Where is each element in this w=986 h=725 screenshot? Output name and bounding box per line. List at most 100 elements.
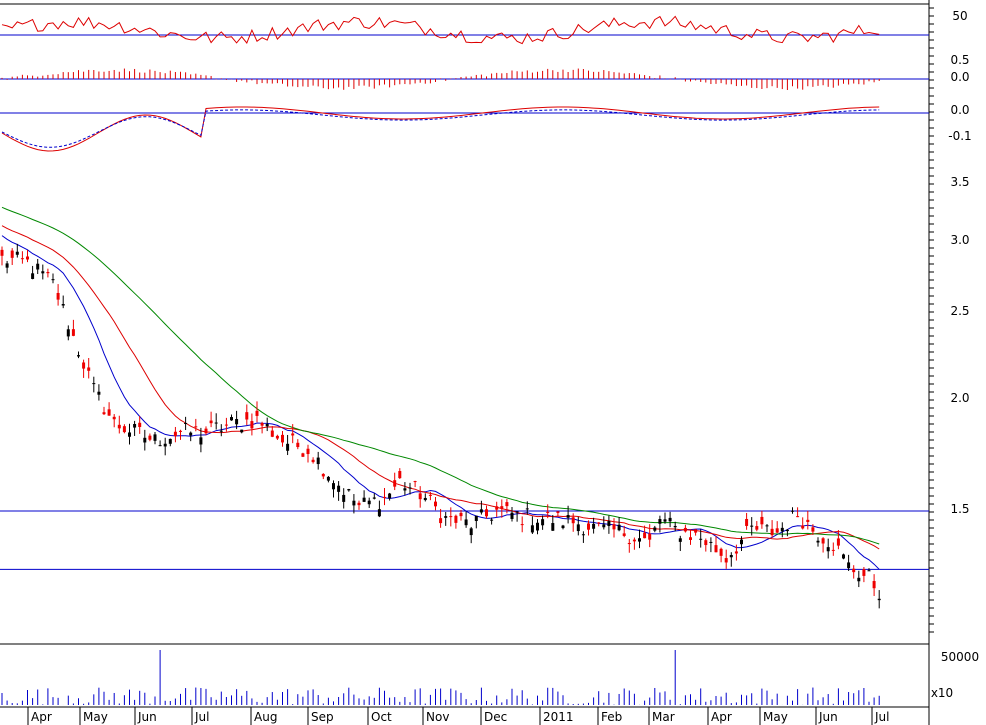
- candle-body: [56, 292, 60, 300]
- candle-body: [617, 524, 621, 531]
- candle-body: [281, 434, 284, 443]
- candle-body: [729, 555, 733, 558]
- y-tick-label: 0.0: [950, 103, 969, 117]
- candle-body: [444, 516, 448, 518]
- candle-body: [704, 540, 708, 546]
- candle-body: [377, 509, 381, 517]
- candle-body: [5, 263, 9, 268]
- candle-body: [20, 258, 24, 260]
- x-tick-label: 2011: [543, 710, 574, 724]
- candle-body: [632, 539, 636, 542]
- candle-body: [836, 538, 840, 546]
- candle-body: [796, 516, 800, 518]
- candle-body: [515, 511, 519, 513]
- ma-mid-line: [1, 225, 880, 550]
- candle-body: [750, 525, 754, 527]
- x-tick-label: Jun: [137, 710, 157, 724]
- candle-body: [301, 453, 305, 457]
- candle-body: [10, 250, 14, 258]
- x-tick-label: Dec: [484, 710, 507, 724]
- candle-body: [296, 442, 300, 448]
- candle-body: [31, 273, 35, 279]
- candle-body: [219, 430, 223, 432]
- candle-body: [806, 519, 810, 523]
- candle-body: [775, 528, 779, 533]
- x-tick-label: Aug: [254, 710, 277, 724]
- candle-body: [408, 487, 412, 489]
- candle-body: [464, 519, 468, 526]
- candle-body: [826, 547, 830, 552]
- candle-body: [622, 533, 626, 536]
- candle-body: [46, 271, 50, 274]
- candle-body: [326, 476, 330, 481]
- candle-body: [36, 263, 40, 270]
- x-tick-label: Mar: [652, 710, 675, 724]
- x-tick-label: Feb: [601, 710, 622, 724]
- y-tick-label: 2.0: [950, 391, 969, 405]
- candle-body: [474, 515, 478, 522]
- candle-body: [485, 509, 488, 517]
- candle-body: [597, 522, 601, 524]
- candle-body: [581, 534, 585, 536]
- candle-body: [214, 422, 218, 424]
- x-tick-label: Jul: [194, 710, 209, 724]
- candle-body: [342, 494, 346, 502]
- candle-body: [173, 431, 177, 437]
- candle-body: [291, 433, 295, 436]
- candle-body: [102, 412, 106, 415]
- candle-body: [510, 512, 514, 519]
- x-tick-label: Jul: [874, 710, 889, 724]
- candle-body: [413, 481, 417, 483]
- candle-body: [831, 549, 835, 551]
- candle-body: [337, 485, 341, 492]
- stock-chart: 50 0.5 0.0 0.0 -0.1 3.5 3.0 2.5 2.0 1.5 50000 x10 Ap…: [0, 0, 986, 725]
- candle-body: [275, 435, 279, 439]
- candle-body: [469, 528, 473, 536]
- candle-body: [627, 542, 631, 545]
- candle-body: [454, 515, 458, 523]
- candle-body: [745, 518, 749, 526]
- y-tick-label: 3.5: [950, 175, 969, 189]
- candle-body: [143, 437, 147, 443]
- chart-svg: 50 0.5 0.0 0.0 -0.1 3.5 3.0 2.5 2.0 1.5 50000 x10 Ap…: [0, 0, 979, 725]
- rsi-line: [1, 15, 880, 45]
- candle-body: [816, 540, 820, 543]
- candle-body: [689, 537, 692, 540]
- candle-body: [862, 569, 866, 576]
- candle-body: [61, 304, 65, 306]
- candle-body: [270, 430, 274, 437]
- candle-body: [316, 457, 320, 465]
- candle-body: [41, 271, 45, 274]
- candle-body: [87, 367, 91, 371]
- candle-body: [847, 562, 851, 569]
- candle-body: [230, 417, 233, 421]
- candle-body: [357, 502, 361, 506]
- candle-body: [423, 497, 427, 501]
- y-tick-label: 50: [952, 9, 967, 23]
- candle-body: [643, 532, 647, 539]
- candle-body: [683, 527, 687, 532]
- candle-body: [189, 432, 193, 436]
- candle-body: [821, 538, 825, 544]
- candle-body: [240, 429, 244, 433]
- candle-body: [71, 329, 75, 336]
- candle-body: [490, 519, 494, 521]
- candle-body: [194, 426, 198, 428]
- candle-body: [811, 527, 815, 532]
- candle-body: [393, 480, 397, 487]
- candle-body: [352, 500, 356, 506]
- candle-body: [801, 525, 805, 529]
- candle-body: [857, 577, 861, 582]
- candle-body: [699, 538, 703, 540]
- x-tick-label: May: [83, 710, 108, 724]
- candle-body: [678, 538, 682, 542]
- candle-body: [418, 493, 422, 500]
- candle-body: [668, 517, 672, 522]
- x-tick-label: Oct: [371, 710, 392, 724]
- candle-body: [867, 570, 871, 572]
- candle-body: [434, 501, 437, 507]
- candle-body: [383, 496, 386, 498]
- candle-body: [500, 506, 504, 509]
- volume-multiplier-label: x10: [931, 686, 953, 700]
- candle-body: [306, 448, 310, 455]
